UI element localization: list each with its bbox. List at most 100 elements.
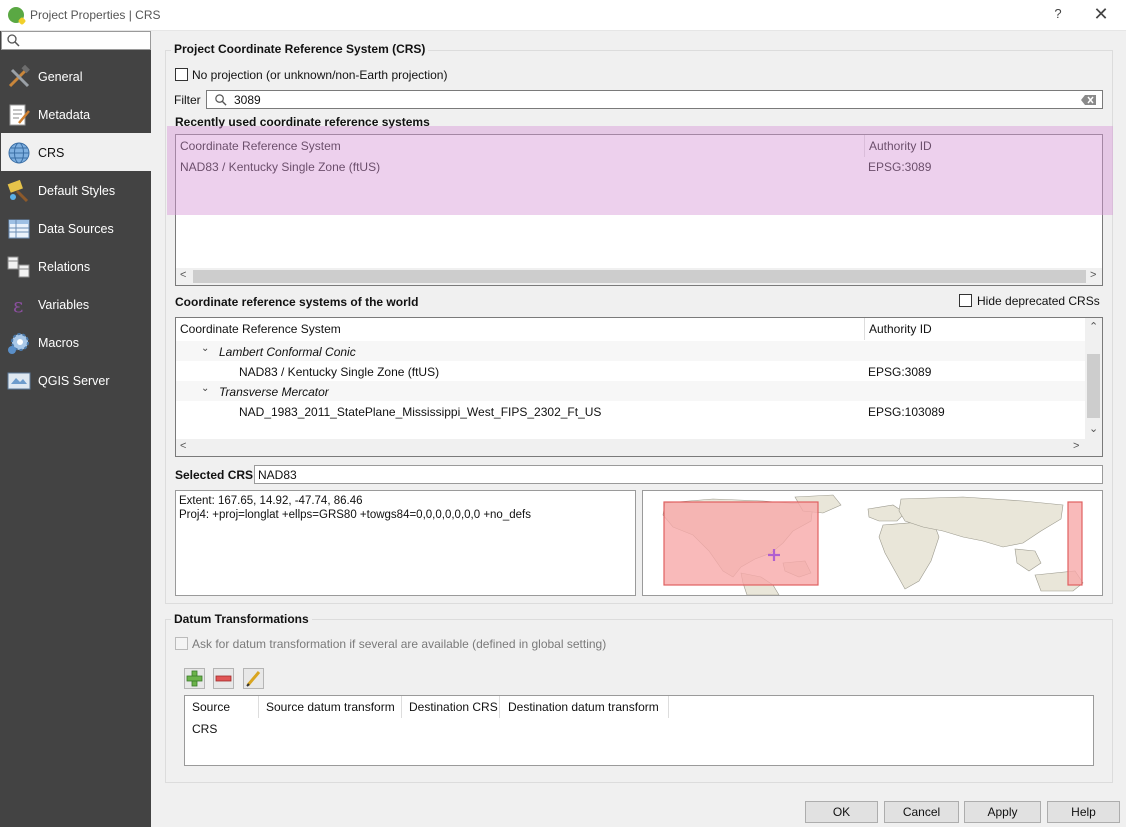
svg-text:ε: ε [13,293,23,317]
sidebar-item-label: General [38,70,83,84]
sidebar-item-label: Metadata [38,108,91,122]
ok-button[interactable]: OK [805,801,878,823]
chevron-down-icon[interactable]: ⌄ [201,343,209,354]
datum-group-title: Datum Transformations [171,612,312,626]
tree-item-id[interactable]: EPSG:103089 [868,402,945,422]
tree-item-name[interactable]: NAD83 / Kentucky Single Zone (ftUS) [239,362,439,382]
title-bar: Project Properties | CRS ? ✕ [0,0,1126,31]
world-crs-tree[interactable]: Coordinate Reference System Authority ID… [175,317,1103,457]
ask-datum-checkbox[interactable] [175,637,188,650]
filter-label: Filter [174,93,201,107]
cancel-button[interactable]: Cancel [884,801,959,823]
selected-crs-label: Selected CRS [175,468,254,482]
macro-gear-icon [8,333,29,354]
sidebar-search-input[interactable] [1,31,151,50]
tree-item-name[interactable]: NAD_1983_2011_StatePlane_Mississippi_Wes… [239,402,601,422]
scrollbar-thumb[interactable] [1087,354,1100,418]
column-header-destination-crs[interactable]: Destination CRS [405,696,501,718]
scroll-right-icon[interactable]: > [1073,440,1079,452]
filter-value: 3089 [234,93,261,107]
recent-horizontal-scrollbar[interactable]: < > [176,268,1102,285]
scroll-left-icon[interactable]: < [180,269,186,281]
scroll-left-icon[interactable]: < [180,440,186,452]
recent-row-name[interactable]: NAD83 / Kentucky Single Zone (ftUS) [180,157,380,177]
hide-deprecated-label: Hide deprecated CRSs [977,294,1100,308]
sidebar-item-macros[interactable]: Macros [1,323,151,361]
tree-item-id[interactable]: EPSG:3089 [868,362,931,382]
metadata-icon [9,104,30,126]
no-projection-label: No projection (or unknown/non-Earth proj… [192,68,448,82]
sidebar-item-metadata[interactable]: Metadata [1,95,151,133]
world-crs-title: Coordinate reference systems of the worl… [175,295,419,309]
sidebar-item-variables[interactable]: ε Variables [1,285,151,323]
scrollbar-thumb[interactable] [193,270,1086,283]
search-icon [215,94,227,106]
column-header-authority-id[interactable]: Authority ID [865,318,1085,340]
sidebar-item-label: CRS [38,146,65,160]
search-icon [7,34,20,47]
extent-rectangle [1067,501,1083,586]
extent-map-preview [642,490,1103,596]
help-icon[interactable]: ? [1050,6,1066,24]
selected-crs-value: NAD83 [258,468,297,482]
sidebar-item-data-sources[interactable]: Data Sources [1,209,151,247]
no-projection-checkbox[interactable] [175,68,188,81]
world-map-image [643,491,1102,595]
ask-datum-label: Ask for datum transformation if several … [192,637,607,651]
pencil-icon [246,671,261,687]
scroll-down-icon[interactable]: ⌄ [1089,422,1098,435]
chevron-down-icon[interactable]: ⌄ [201,383,209,394]
sidebar-item-label: Variables [38,298,90,312]
proj4-text: Proj4: +proj=longlat +ellps=GRS80 +towgs… [179,509,531,521]
column-header-crs[interactable]: Coordinate Reference System [176,318,864,340]
selected-crs-field[interactable]: NAD83 [254,465,1103,484]
sidebar-item-relations[interactable]: Relations [1,247,151,285]
qgis-logo-icon [8,7,24,23]
edit-transform-button[interactable] [243,668,264,689]
datum-transform-table[interactable]: Source CRS Source datum transform Destin… [184,695,1094,766]
column-header-authority-id[interactable]: Authority ID [865,135,1102,157]
filter-input[interactable]: 3089 [206,90,1103,109]
extent-text: Extent: 167.65, 14.92, -47.74, 86.46 [179,495,363,507]
sidebar-item-label: QGIS Server [38,374,110,388]
globe-icon [8,142,30,164]
close-icon[interactable]: ✕ [1091,4,1111,26]
tools-icon [8,65,30,88]
epsilon-icon: ε [13,293,23,317]
server-map-icon [7,372,31,390]
hide-deprecated-checkbox[interactable] [959,294,972,307]
sidebar-item-default-styles[interactable]: Default Styles [1,171,151,209]
tree-group-transverse-mercator[interactable]: Transverse Mercator [219,382,329,402]
column-header-source-datum[interactable]: Source datum transform [262,696,402,718]
column-header-crs[interactable]: Coordinate Reference System [176,135,864,157]
sidebar-item-crs[interactable]: CRS [1,133,151,171]
recent-row-id[interactable]: EPSG:3089 [868,157,931,177]
sidebar-item-qgis-server[interactable]: QGIS Server [1,361,151,399]
add-transform-button[interactable] [184,668,205,689]
column-header-destination-datum[interactable]: Destination datum transform [504,696,670,718]
window-title: Project Properties | CRS [30,8,161,22]
sidebar-item-label: Macros [38,336,79,350]
sidebar-item-label: Default Styles [38,184,116,198]
relations-icon [7,256,30,278]
scroll-right-icon[interactable]: > [1090,269,1096,281]
clear-filter-icon[interactable] [1081,95,1096,105]
world-vertical-scrollbar[interactable]: ⌃ ⌄ [1085,318,1102,439]
sidebar-item-label: Relations [38,260,91,274]
column-header-source-crs[interactable]: Source CRS [188,696,258,736]
recent-crs-table[interactable]: Coordinate Reference System Authority ID… [175,134,1103,286]
crs-details-box: Extent: 167.65, 14.92, -47.74, 86.46 Pro… [175,490,636,596]
extent-rectangle [663,501,819,586]
remove-icon [215,675,232,682]
sidebar-item-general[interactable]: General [1,57,151,95]
sidebar-item-label: Data Sources [38,222,114,236]
world-horizontal-scrollbar[interactable]: < > [176,439,1102,456]
apply-button[interactable]: Apply [964,801,1041,823]
help-button[interactable]: Help [1047,801,1120,823]
remove-transform-button[interactable] [213,668,234,689]
table-icon [8,219,30,239]
add-icon [186,670,203,687]
recent-crs-title: Recently used coordinate reference syste… [175,115,430,129]
tree-group-lambert[interactable]: Lambert Conformal Conic [219,342,356,362]
scroll-up-icon[interactable]: ⌃ [1089,320,1098,333]
